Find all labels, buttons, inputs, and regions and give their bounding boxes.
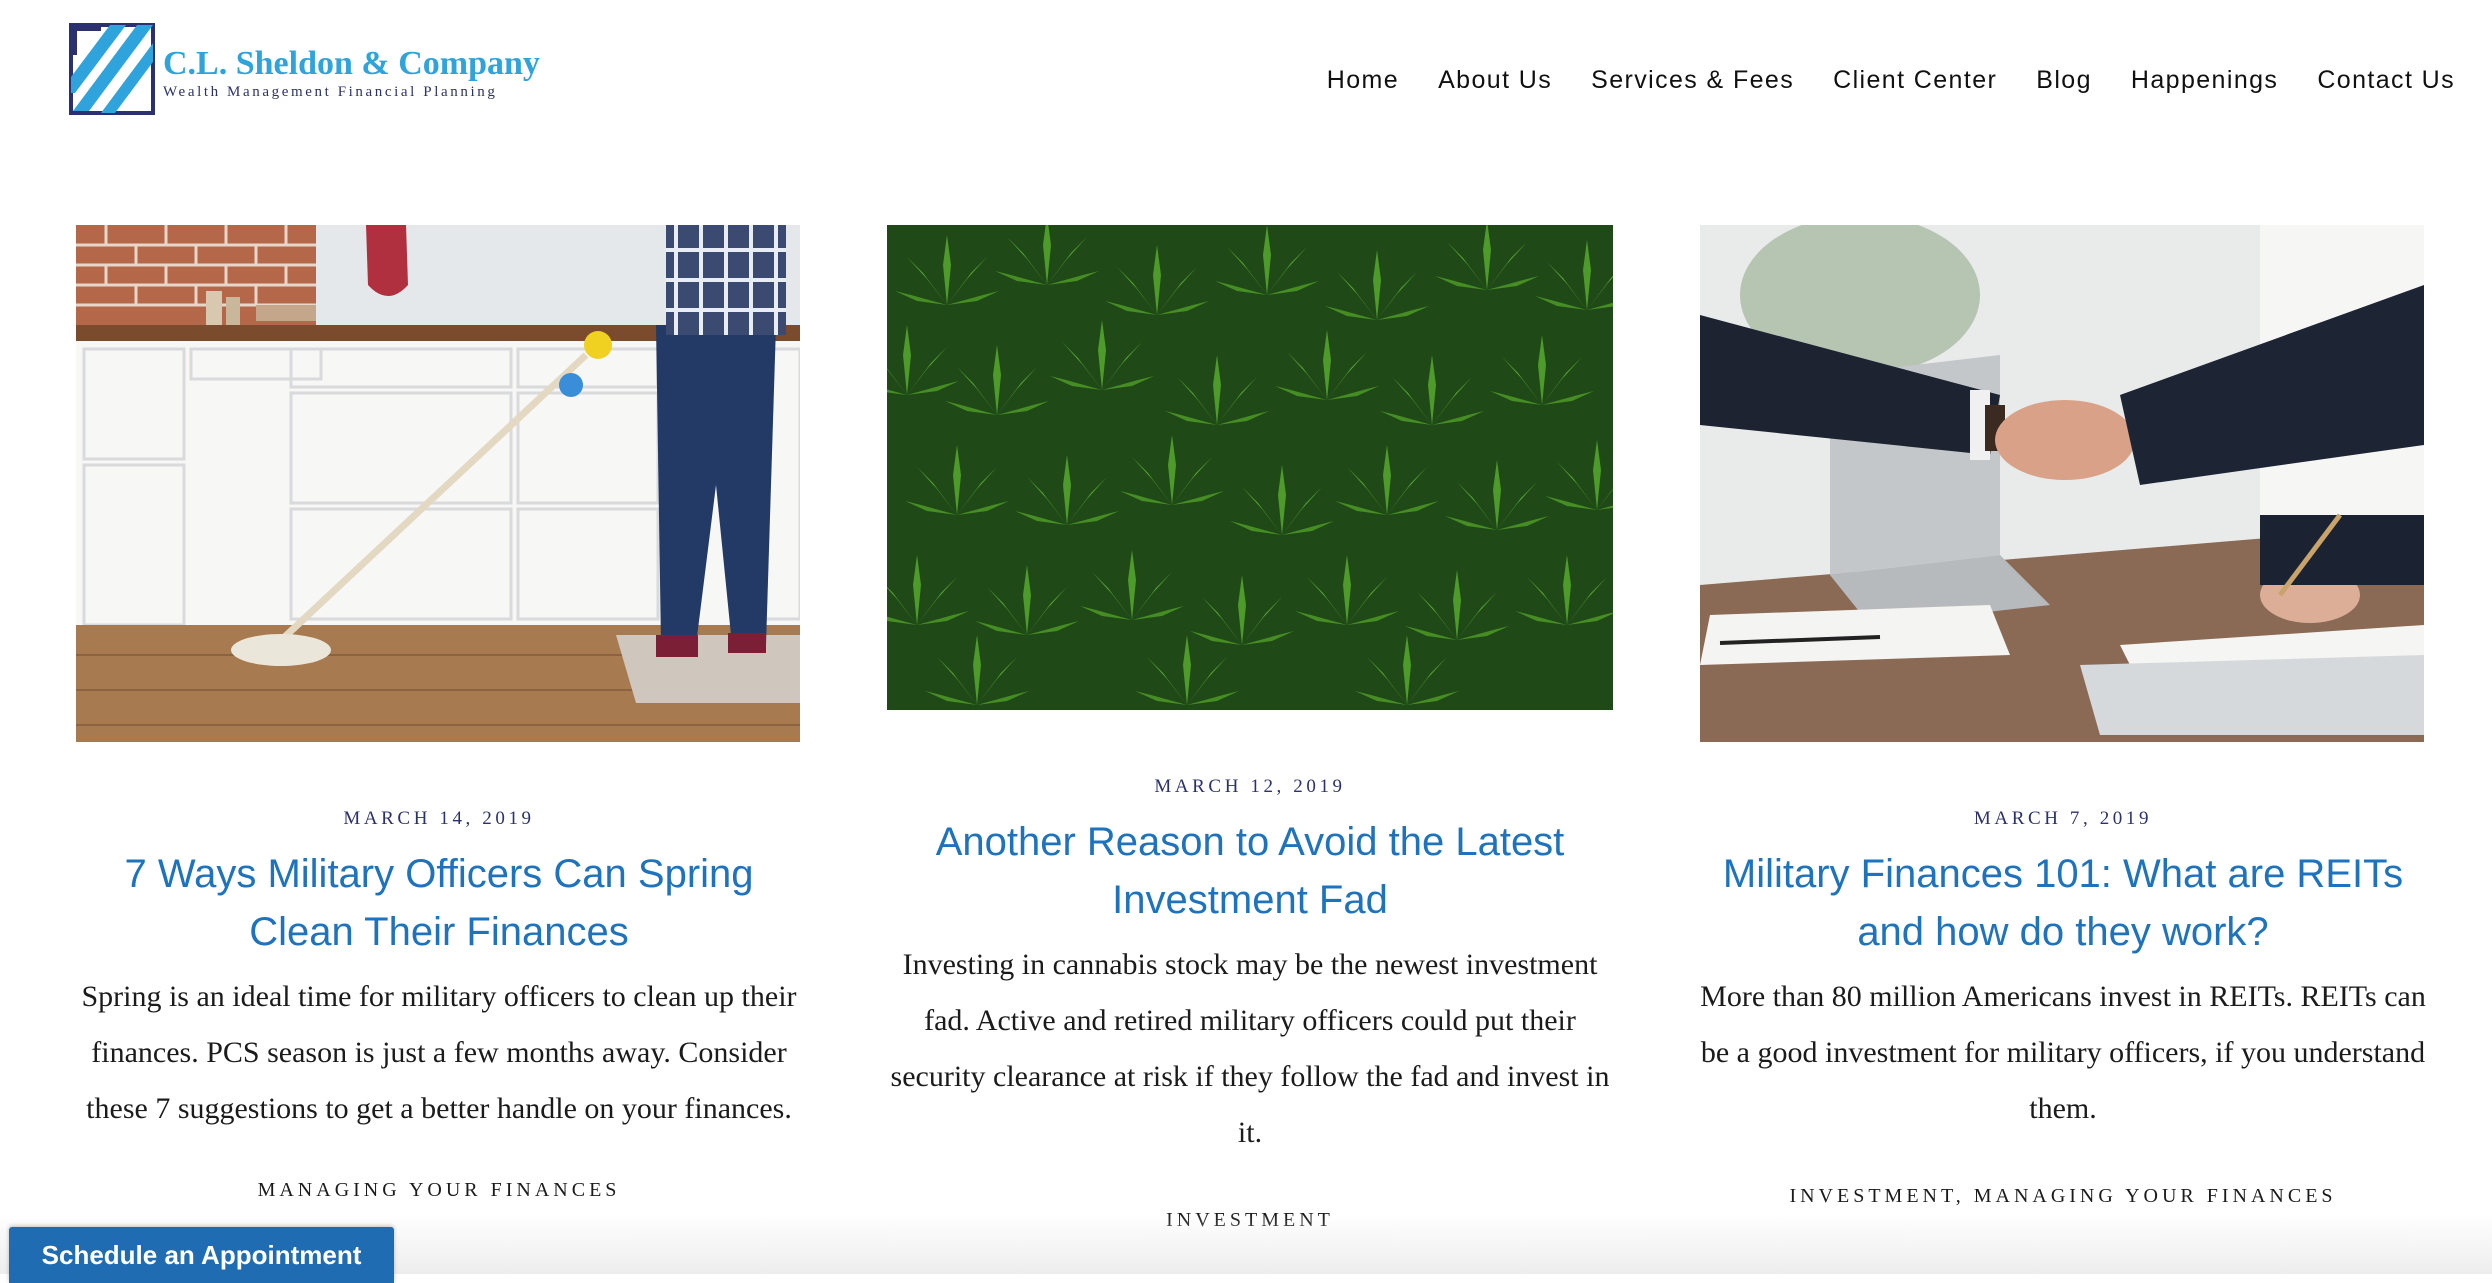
- blog-post-card: MARCH 12, 2019 Another Reason to Avoid t…: [887, 225, 1613, 1232]
- logo-mark-icon: [69, 23, 155, 115]
- brand-tagline: Wealth Management Financial Planning: [163, 84, 498, 100]
- nav-happenings[interactable]: Happenings: [2131, 66, 2278, 95]
- post-title-link[interactable]: Another Reason to Avoid the Latest Inves…: [887, 813, 1613, 929]
- nav-services-fees[interactable]: Services & Fees: [1591, 66, 1794, 95]
- post-date: MARCH 14, 2019: [343, 808, 535, 829]
- blog-post-card: MARCH 14, 2019 7 Ways Military Officers …: [76, 225, 802, 1202]
- post-categories[interactable]: INVESTMENT, MANAGING YOUR FINANCES: [1700, 1185, 2426, 1208]
- post-title-link[interactable]: Military Finances 101: What are REITs an…: [1700, 845, 2426, 961]
- nav-client-center[interactable]: Client Center: [1833, 66, 1997, 95]
- post-image-handshake[interactable]: [1700, 225, 2424, 742]
- nav-blog[interactable]: Blog: [2036, 66, 2092, 95]
- post-date: MARCH 12, 2019: [1154, 776, 1346, 797]
- nav-home[interactable]: Home: [1327, 66, 1399, 95]
- post-image-mopping[interactable]: [76, 225, 800, 742]
- post-excerpt: Spring is an ideal time for military off…: [81, 980, 797, 1125]
- nav-about-us[interactable]: About Us: [1438, 66, 1552, 95]
- blog-post-card: MARCH 7, 2019 Military Finances 101: Wha…: [1700, 225, 2426, 1208]
- post-date: MARCH 7, 2019: [1973, 808, 2153, 829]
- post-image-cannabis[interactable]: [887, 225, 1613, 710]
- post-categories[interactable]: MANAGING YOUR FINANCES: [76, 1179, 802, 1202]
- post-categories[interactable]: INVESTMENT: [887, 1209, 1613, 1232]
- site-logo[interactable]: C.L. Sheldon & Company Wealth Management…: [69, 23, 540, 115]
- schedule-appointment-button[interactable]: Schedule an Appointment: [9, 1227, 394, 1283]
- cannabis-plants-image: [887, 225, 1613, 710]
- main-navigation: Home About Us Services & Fees Client Cen…: [1288, 66, 2455, 95]
- post-excerpt: Investing in cannabis stock may be the n…: [890, 948, 1610, 1149]
- handshake-image: [1700, 225, 2424, 742]
- brand-name: C.L. Sheldon & Company: [163, 45, 540, 82]
- post-excerpt: More than 80 million Americans invest in…: [1700, 980, 2426, 1125]
- nav-contact-us[interactable]: Contact Us: [2317, 66, 2455, 95]
- post-title-link[interactable]: 7 Ways Military Officers Can Spring Clea…: [76, 845, 802, 961]
- kitchen-mopping-image: [76, 225, 800, 742]
